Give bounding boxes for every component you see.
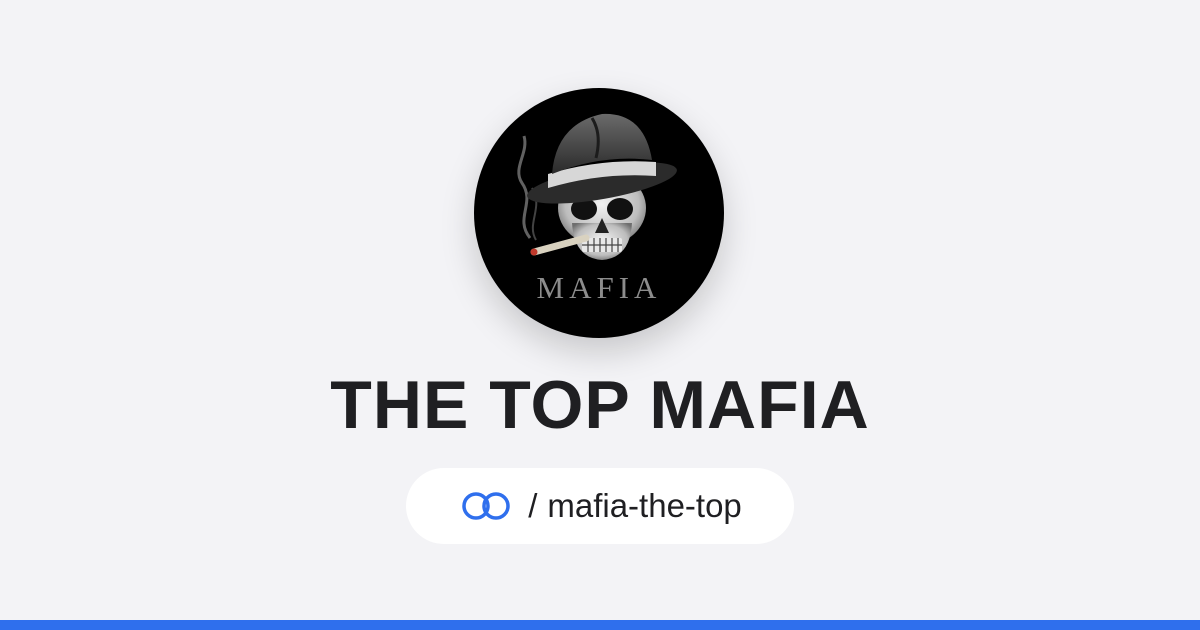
profile-avatar: MAFIA — [474, 88, 724, 338]
logo-text: MAFIA — [536, 270, 662, 305]
page-title: THE TOP MAFIA — [330, 367, 870, 443]
profile-link-pill[interactable]: / mafia-the-top — [406, 468, 794, 544]
path-separator: / — [528, 487, 538, 524]
profile-handle[interactable]: mafia-the-top — [547, 487, 741, 525]
chain-link-icon — [462, 492, 510, 520]
bottom-accent-bar — [0, 620, 1200, 630]
